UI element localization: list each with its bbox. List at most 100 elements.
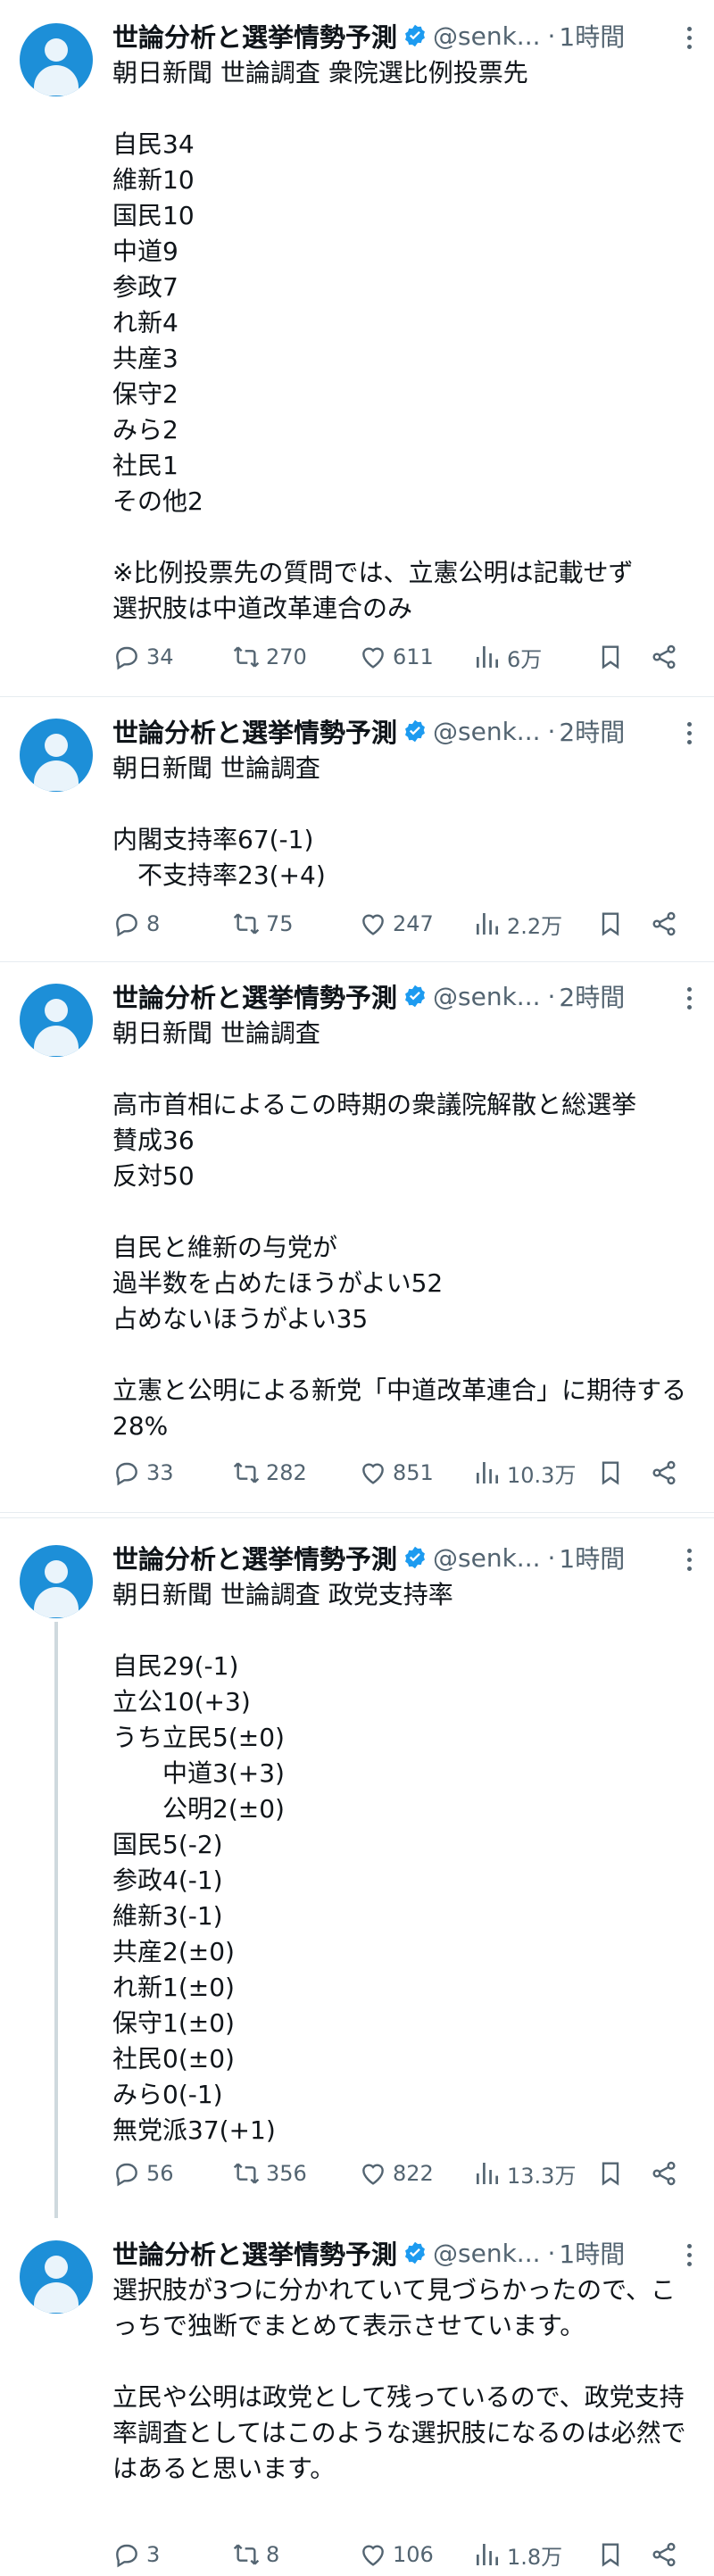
like-button[interactable]: 822 <box>359 2154 434 2193</box>
author-name[interactable]: 世論分析と選挙情勢予測 <box>112 17 397 54</box>
share-button[interactable] <box>650 637 684 677</box>
like-icon <box>362 2545 384 2566</box>
views-count: 2.2万 <box>507 913 563 939</box>
action-bar: 34 270 611 6万 <box>112 637 684 677</box>
separator: · <box>547 716 556 746</box>
more-icon[interactable] <box>687 987 693 1010</box>
views-button[interactable]: 6万 <box>473 637 542 677</box>
share-button[interactable] <box>650 1453 684 1492</box>
tweet-header: 世論分析と選挙情勢予測 @senk... · 1時間 <box>112 1540 702 1575</box>
views-count: 1.8万 <box>507 2544 563 2570</box>
tweet-header: 世論分析と選挙情勢予測 @senk... · 1時間 <box>112 2235 702 2271</box>
tweet-text: 選択肢が3つに分かれていて見づらかったので、こっちで独断でまとめて表示させていま… <box>112 2275 686 2483</box>
share-button[interactable] <box>650 2154 684 2193</box>
bookmark-button[interactable] <box>596 1453 630 1492</box>
action-bar: 56 356 822 13.3万 <box>112 2154 684 2193</box>
bookmark-button[interactable] <box>596 904 630 943</box>
bookmark-button[interactable] <box>596 2154 630 2193</box>
share-button[interactable] <box>650 2535 684 2574</box>
timestamp[interactable]: 1時間 <box>559 18 625 54</box>
tweet[interactable]: 世論分析と選挙情勢予測 @senk... · 1時間 朝日新聞 世論調査 衆院選… <box>0 0 714 697</box>
retweet-count: 282 <box>266 1460 307 1485</box>
author-handle[interactable]: @senk... <box>433 982 540 1011</box>
author-name[interactable]: 世論分析と選挙情勢予測 <box>112 1539 397 1576</box>
avatar[interactable] <box>20 719 93 792</box>
tweet-text: 朝日新聞 世論調査 高市首相によるこの時期の衆議院解散と総選挙 賛成36 反対5… <box>112 1018 687 1441</box>
author-name[interactable]: 世論分析と選挙情勢予測 <box>112 2234 397 2272</box>
avatar[interactable] <box>20 2240 93 2314</box>
verified-icon <box>405 985 425 1008</box>
author-handle[interactable]: @senk... <box>433 2239 540 2268</box>
action-bar: 33 282 851 10.3万 <box>112 1453 684 1492</box>
more-icon[interactable] <box>687 27 693 50</box>
retweet-icon <box>233 646 260 668</box>
tweet[interactable]: 世論分析と選挙情勢予測 @senk... · 1時間 朝日新聞 世論調査 政党支… <box>0 1517 714 2218</box>
views-icon <box>477 1462 498 1483</box>
retweet-button[interactable]: 282 <box>232 1453 307 1492</box>
like-icon <box>362 647 384 669</box>
tweet[interactable]: 世論分析と選挙情勢予測 @senk... · 1時間 選択肢が3つに分かれていて… <box>0 2217 714 2576</box>
verified-icon <box>405 1546 425 1569</box>
avatar[interactable] <box>20 1545 93 1618</box>
retweet-count: 75 <box>266 911 294 936</box>
bookmark-icon <box>602 2543 619 2567</box>
like-count: 851 <box>393 1460 434 1485</box>
share-button[interactable] <box>650 904 684 943</box>
views-button[interactable]: 13.3万 <box>473 2154 576 2193</box>
bookmark-icon <box>602 2162 619 2186</box>
reply-button[interactable]: 56 <box>112 2154 174 2193</box>
timestamp[interactable]: 2時間 <box>559 713 625 749</box>
like-button[interactable]: 851 <box>359 1453 434 1492</box>
retweet-button[interactable]: 75 <box>232 904 294 943</box>
views-button[interactable]: 1.8万 <box>473 2535 562 2574</box>
timestamp[interactable]: 2時間 <box>559 978 625 1014</box>
bookmark-button[interactable] <box>596 637 630 677</box>
reply-button[interactable]: 3 <box>112 2535 160 2574</box>
author-handle[interactable]: @senk... <box>433 1543 540 1573</box>
tweet-text: 朝日新聞 世論調査 内閣支持率67(-1) 不支持率23(+4) <box>112 753 326 890</box>
share-icon <box>652 644 676 669</box>
like-count: 822 <box>393 2161 434 2186</box>
retweet-button[interactable]: 270 <box>232 637 307 677</box>
like-button[interactable]: 247 <box>359 904 434 943</box>
views-button[interactable]: 2.2万 <box>473 904 562 943</box>
tweet-header: 世論分析と選挙情勢予測 @senk... · 2時間 <box>112 978 702 1014</box>
reply-icon <box>116 913 137 937</box>
author-handle[interactable]: @senk... <box>433 717 540 746</box>
views-button[interactable]: 10.3万 <box>473 1453 576 1492</box>
tweet-header: 世論分析と選挙情勢予測 @senk... · 1時間 <box>112 18 702 54</box>
more-icon[interactable] <box>687 1549 693 1572</box>
like-button[interactable]: 106 <box>359 2535 434 2574</box>
more-icon[interactable] <box>687 722 693 745</box>
share-icon <box>652 2542 676 2567</box>
author-name[interactable]: 世論分析と選挙情勢予測 <box>112 977 397 1015</box>
like-button[interactable]: 611 <box>359 637 434 677</box>
author-handle[interactable]: @senk... <box>433 21 540 51</box>
bookmark-icon <box>602 912 619 936</box>
timestamp[interactable]: 1時間 <box>559 1540 625 1575</box>
tweet[interactable]: 世論分析と選挙情勢予測 @senk... · 2時間 朝日新聞 世論調査 高市首… <box>0 962 714 1513</box>
retweet-icon <box>233 2544 260 2565</box>
timestamp[interactable]: 1時間 <box>559 2235 625 2271</box>
retweet-button[interactable]: 356 <box>232 2154 307 2193</box>
reply-count: 56 <box>146 2161 174 2186</box>
reply-count: 33 <box>146 1460 174 1485</box>
verified-icon <box>405 2241 425 2264</box>
reply-button[interactable]: 34 <box>112 637 174 677</box>
avatar[interactable] <box>20 23 93 96</box>
retweet-count: 356 <box>266 2161 307 2186</box>
author-name[interactable]: 世論分析と選挙情勢予測 <box>112 712 397 750</box>
more-icon[interactable] <box>687 2244 693 2267</box>
reply-icon <box>116 2163 137 2187</box>
avatar[interactable] <box>20 984 93 1057</box>
tweet-text: 朝日新聞 世論調査 政党支持率 自民29(-1) 立公10(+3) うち立民5(… <box>112 1580 453 2145</box>
tweet-header: 世論分析と選挙情勢予測 @senk... · 2時間 <box>112 713 702 749</box>
bookmark-button[interactable] <box>596 2535 630 2574</box>
retweet-icon <box>233 913 260 935</box>
tweet[interactable]: 世論分析と選挙情勢予測 @senk... · 2時間 朝日新聞 世論調査 内閣支… <box>0 697 714 962</box>
verified-icon <box>405 24 425 47</box>
retweet-button[interactable]: 8 <box>232 2535 279 2574</box>
reply-button[interactable]: 33 <box>112 1453 174 1492</box>
reply-button[interactable]: 8 <box>112 904 160 943</box>
retweet-count: 8 <box>266 2542 280 2567</box>
